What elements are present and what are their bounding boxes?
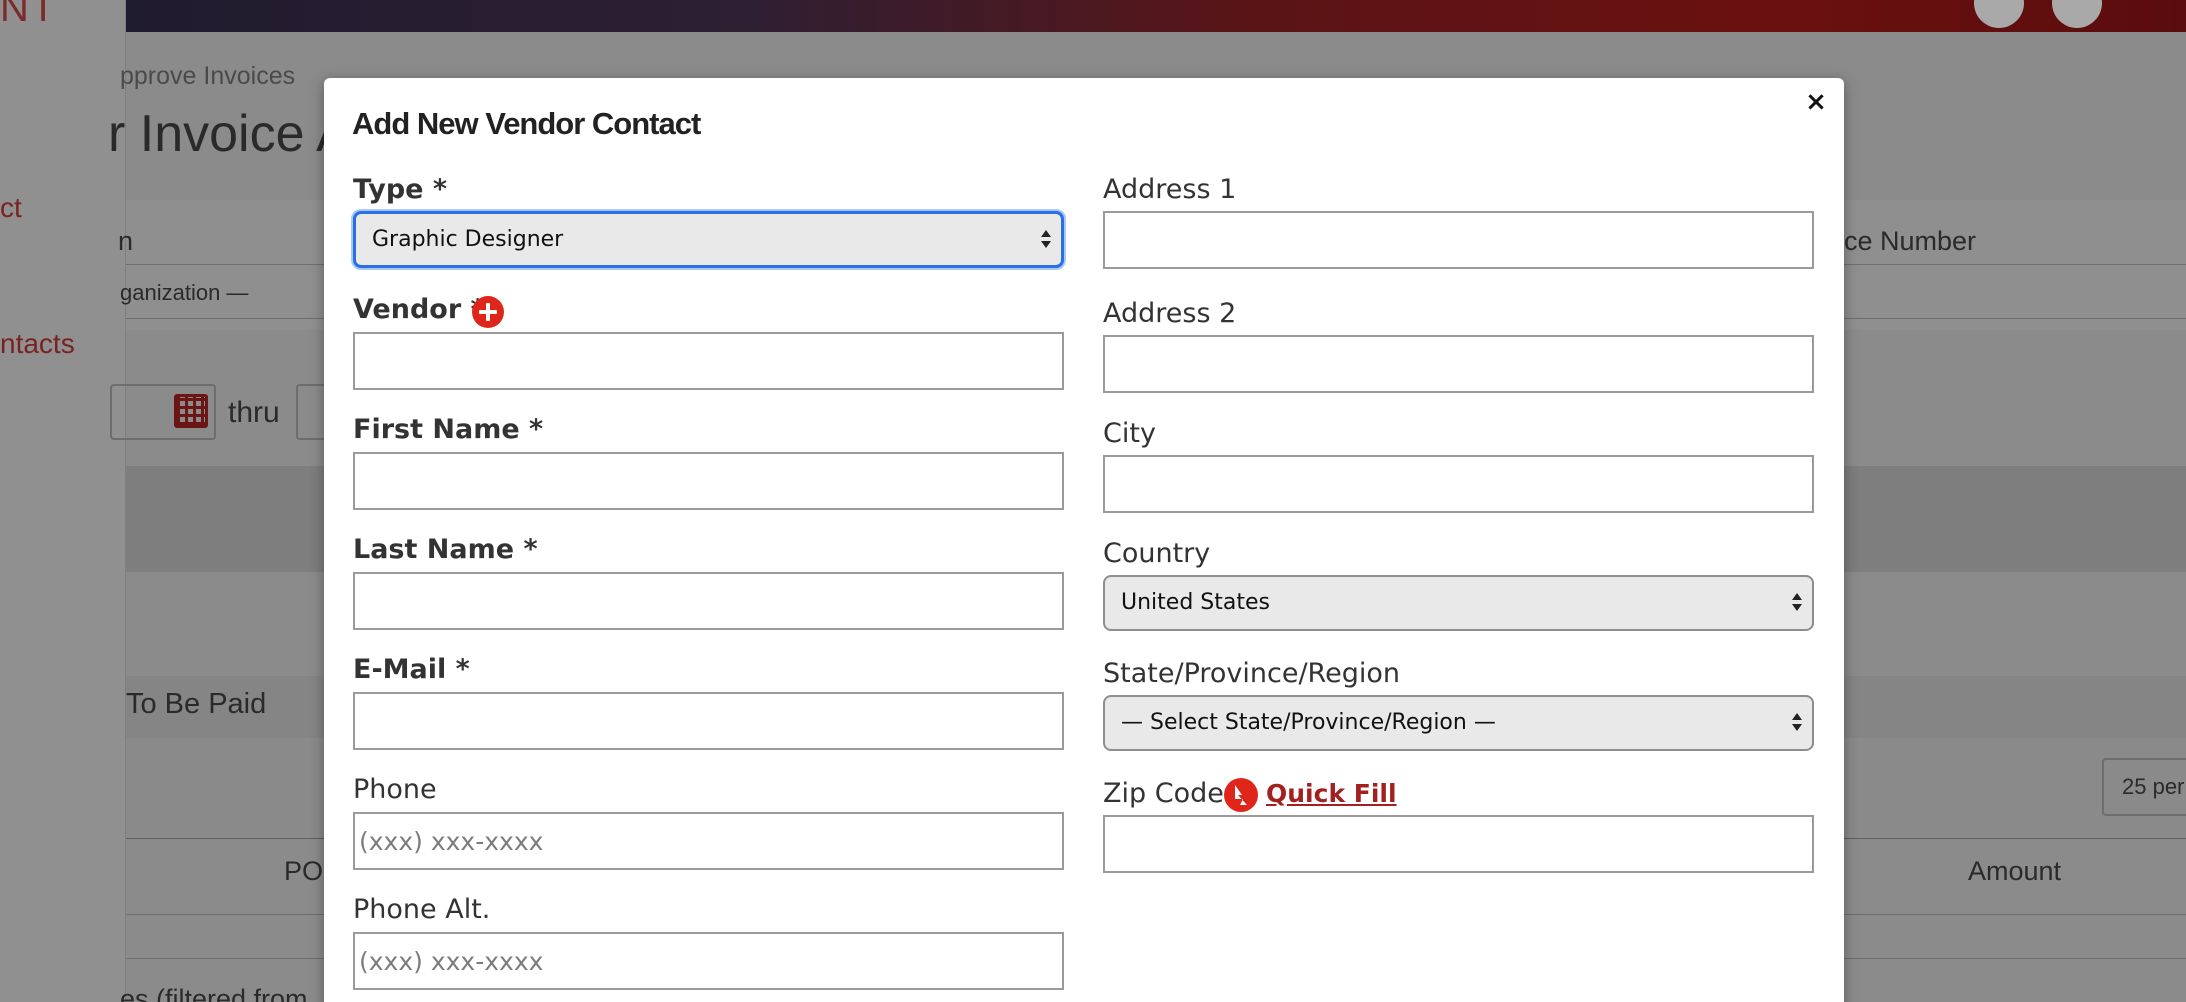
- address1-input[interactable]: [1103, 211, 1814, 269]
- zip-input[interactable]: [1103, 815, 1814, 873]
- background-per-page-value: 25 per: [2122, 774, 2185, 799]
- phone-alt-input[interactable]: [353, 932, 1064, 990]
- background-breadcrumb: pprove Invoices: [120, 62, 296, 90]
- address2-input[interactable]: [1103, 335, 1814, 393]
- country-label: Country: [1103, 538, 1211, 569]
- city-input[interactable]: [1103, 455, 1814, 513]
- background-filter-value: ganization —: [120, 280, 249, 305]
- add-vendor-icon[interactable]: [472, 296, 504, 328]
- email-input[interactable]: [353, 692, 1064, 750]
- background-col-po: PO: [284, 856, 324, 886]
- background-date-thru: thru: [228, 396, 280, 429]
- background-invoice-number-label: ce Number: [1844, 226, 1977, 256]
- country-select-value: United States: [1121, 590, 1270, 615]
- background-sidebar-link: ntacts: [0, 328, 75, 359]
- last-name-label: Last Name *: [353, 534, 538, 565]
- state-select[interactable]: — Select State/Province/Region —: [1103, 695, 1814, 751]
- address2-label: Address 2: [1103, 298, 1237, 329]
- close-button[interactable]: ×: [1802, 88, 1830, 116]
- modal-title: Add New Vendor Contact: [352, 106, 701, 141]
- email-label: E-Mail *: [353, 654, 470, 685]
- background-page-title: r Invoice A: [108, 105, 351, 163]
- type-label: Type *: [353, 174, 447, 205]
- address1-label: Address 1: [1103, 174, 1237, 205]
- select-arrows-icon: [1041, 228, 1051, 250]
- phone-alt-label: Phone Alt.: [353, 894, 491, 925]
- calendar-icon: [174, 394, 208, 428]
- city-label: City: [1103, 418, 1156, 449]
- phone-input[interactable]: [353, 812, 1064, 870]
- background-table-footer: es (filtered from: [120, 984, 308, 1002]
- background-filter-label: n: [118, 226, 134, 256]
- background-col-amount: Amount: [1968, 856, 2062, 886]
- add-vendor-contact-modal: Add New Vendor Contact × Type * Graphic …: [324, 78, 1844, 1002]
- first-name-input[interactable]: [353, 452, 1064, 510]
- background-logo: NT: [0, 0, 58, 30]
- quick-fill-link[interactable]: Quick Fill: [1266, 779, 1397, 808]
- background-sidebar-link: ct: [0, 192, 22, 223]
- select-arrows-icon: [1792, 591, 1802, 613]
- select-arrows-icon: [1792, 711, 1802, 733]
- type-select-value: Graphic Designer: [372, 227, 564, 252]
- background-section-title: To Be Paid: [126, 688, 267, 720]
- lightning-icon[interactable]: [1224, 778, 1258, 812]
- background-header: [126, 0, 2186, 32]
- vendor-label: Vendor *: [353, 294, 485, 325]
- first-name-label: First Name *: [353, 414, 544, 445]
- country-select[interactable]: United States: [1103, 575, 1814, 631]
- last-name-input[interactable]: [353, 572, 1064, 630]
- state-label: State/Province/Region: [1103, 658, 1400, 689]
- state-select-value: — Select State/Province/Region —: [1121, 710, 1496, 735]
- vendor-input[interactable]: [353, 332, 1064, 390]
- phone-label: Phone: [353, 774, 437, 805]
- zip-label: Zip Code: [1103, 778, 1224, 809]
- background-header-avatar: [1974, 0, 2024, 28]
- background-header-avatar: [2052, 0, 2102, 28]
- type-select[interactable]: Graphic Designer: [353, 211, 1064, 268]
